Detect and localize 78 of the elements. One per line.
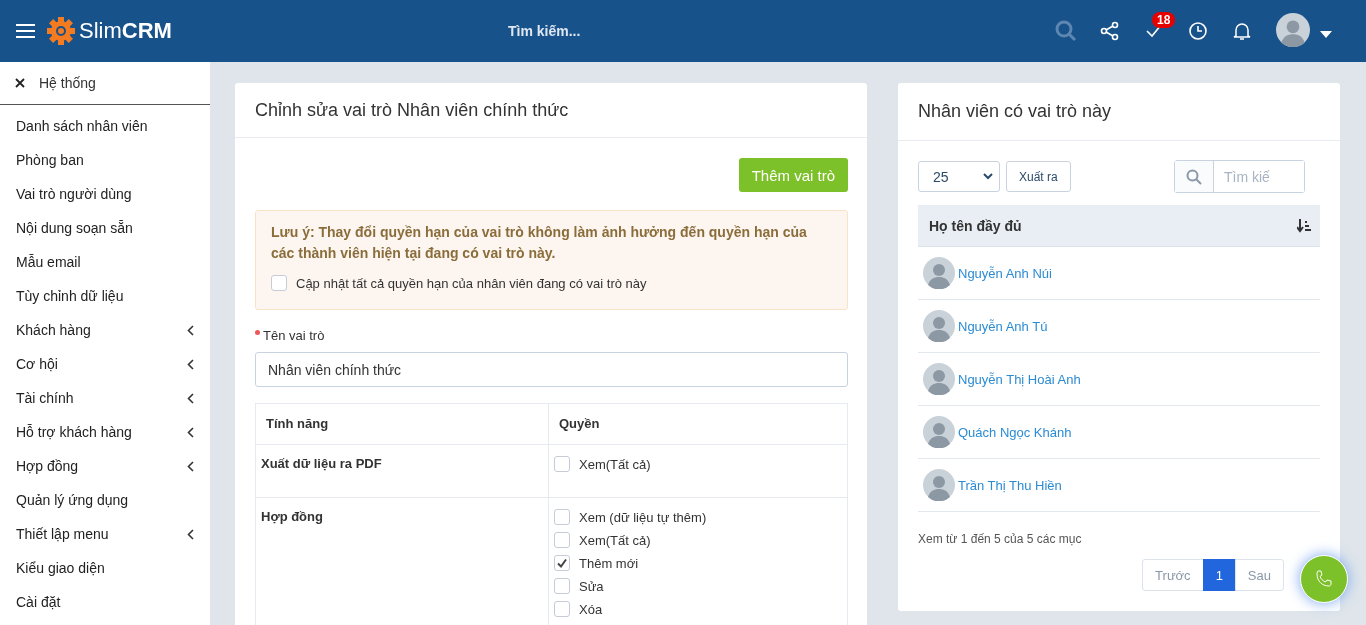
sidebar-item[interactable]: Thiết lập menu — [16, 526, 109, 542]
avatar — [923, 257, 955, 289]
permission-label: Xóa — [579, 601, 603, 617]
page-button[interactable]: 1 — [1202, 559, 1236, 591]
sidebar-item[interactable]: Cài đặt — [16, 594, 61, 610]
export-button[interactable]: Xuất ra — [1006, 161, 1071, 192]
phone-icon — [1314, 569, 1334, 589]
bell-icon[interactable] — [1233, 21, 1251, 41]
member-link[interactable]: Nguyễn Anh Núi — [958, 265, 1052, 281]
column-header-label[interactable]: Họ tên đầy đủ — [929, 217, 1022, 234]
permission-label: Thêm mới — [579, 555, 639, 571]
role-name-field[interactable]: Nhân viên chính thức — [255, 352, 848, 387]
search-field[interactable]: Tìm kiếm... — [505, 22, 670, 40]
sort-icon[interactable] — [1297, 218, 1311, 233]
required-icon — [255, 330, 260, 335]
chevron-icon — [187, 528, 194, 540]
field-label: Tên vai trò — [263, 328, 325, 343]
sidebar-item[interactable]: Kiểu giao diện — [16, 560, 105, 576]
column-header: Quyền — [559, 416, 600, 431]
member-link[interactable]: Nguyễn Thị Hoài Anh — [958, 371, 1081, 387]
permission-label: Sửa — [579, 578, 604, 594]
search-field[interactable]: Tìm kiế — [1174, 160, 1305, 193]
sidebar-item[interactable]: Cơ hội — [16, 356, 58, 372]
sidebar-item[interactable]: Khách hàng — [16, 322, 91, 338]
sidebar-title: Hệ thống — [39, 75, 96, 91]
sidebar-item[interactable]: Nội dung soạn sẵn — [16, 220, 133, 236]
avatar — [923, 469, 955, 501]
clock-icon[interactable] — [1188, 21, 1208, 41]
page-size-select[interactable]: 25 — [918, 161, 1000, 192]
checkbox[interactable] — [554, 578, 570, 594]
menu-icon[interactable] — [16, 24, 35, 38]
member-link[interactable]: Nguyễn Anh Tú — [958, 318, 1048, 334]
sidebar-item[interactable]: Quản lý ứng dụng — [16, 492, 129, 508]
permission-label: Xem(Tất cả) — [579, 532, 651, 548]
avatar — [923, 363, 955, 395]
notification-badge: 18 — [1152, 12, 1176, 28]
sidebar-item[interactable]: Tài chính — [16, 390, 74, 406]
permission-label: Xem(Tất cả) — [579, 456, 651, 472]
sidebar-item[interactable]: Hỗ trợ khách hàng — [16, 424, 132, 440]
close-icon[interactable] — [15, 78, 25, 88]
checkbox[interactable] — [271, 275, 287, 291]
page-size-value: 25 — [933, 168, 949, 185]
feature-name: Xuất dữ liệu ra PDF — [261, 456, 382, 471]
checkbox[interactable] — [554, 532, 570, 548]
sidebar-item[interactable]: Vai trò người dùng — [16, 186, 132, 202]
checkbox[interactable] — [554, 456, 570, 472]
sidebar-item[interactable]: Phòng ban — [16, 152, 84, 168]
chevron-icon — [187, 358, 194, 370]
card-title: Chỉnh sửa vai trò Nhân viên chính thức — [255, 99, 569, 121]
chevron-icon — [983, 173, 993, 180]
chevron-icon — [187, 460, 194, 472]
logo-text: SlimCRM — [79, 18, 172, 44]
card-title: Nhân viên có vai trò này — [918, 101, 1112, 122]
chevron-icon — [187, 392, 194, 404]
search-icon — [1186, 168, 1202, 185]
sidebar-item[interactable]: Danh sách nhân viên — [16, 118, 148, 134]
avatar — [923, 416, 955, 448]
column-header: Tính năng — [266, 416, 329, 431]
sidebar-item[interactable]: Mẫu email — [16, 254, 81, 270]
member-link[interactable]: Trần Thị Thu Hiền — [958, 477, 1062, 493]
checkbox[interactable] — [554, 555, 570, 571]
checkbox[interactable] — [554, 509, 570, 525]
notice-text: Lưu ý: Thay đổi quyền hạn của vai trò không làm ảnh hưởng đến quyền hạn của các thành viên hiện tại đang có vai trò này. — [271, 223, 808, 263]
feature-name: Hợp đồng — [261, 509, 323, 524]
caret-icon[interactable] — [1320, 31, 1332, 39]
pagination-summary: Xem từ 1 đến 5 của 5 các mục — [918, 532, 1083, 546]
share-icon[interactable] — [1100, 21, 1120, 41]
member-link[interactable]: Quách Ngọc Khánh — [958, 424, 1072, 440]
avatar — [923, 310, 955, 342]
chevron-icon — [187, 426, 194, 438]
user-avatar — [1276, 12, 1310, 47]
gear-icon — [46, 16, 76, 46]
sidebar-item[interactable]: Tùy chỉnh dữ liệu — [16, 288, 124, 304]
checkbox[interactable] — [554, 601, 570, 617]
permission-label: Xem (dữ liệu tự thêm) — [579, 509, 707, 525]
checkbox-label: Cập nhật tất cả quyền hạn của nhân viên đang có vai trò này — [296, 275, 647, 291]
chevron-icon — [187, 324, 194, 336]
sidebar-item[interactable]: Hợp đồng — [16, 458, 79, 474]
